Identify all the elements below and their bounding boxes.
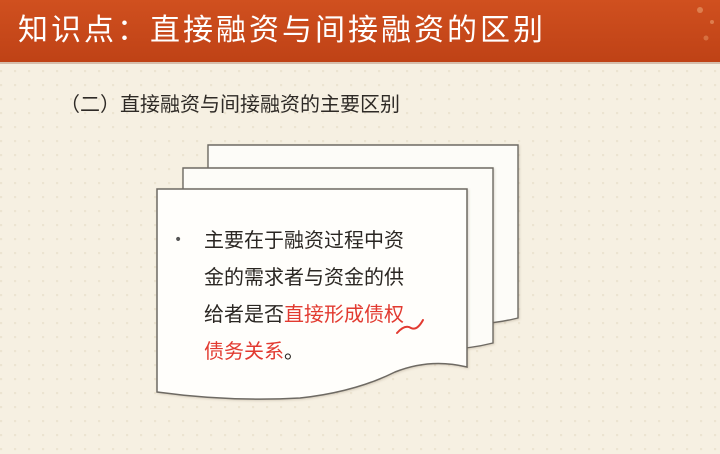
card-content: • 主要在于融资过程中资 金的需求者与资金的供 给者是否直接形成债权 债务关系。 — [174, 222, 480, 370]
pen-annotation-mark — [396, 319, 424, 334]
card-line-4-highlight: 债务关系 — [204, 339, 284, 363]
card-line-3-highlight: 直接形成债权 — [284, 302, 404, 326]
card-line-4-end: 。 — [284, 339, 304, 363]
card-line-2: 金的需求者与资金的供 — [204, 265, 404, 289]
card-line-3: 给者是否直接形成债权 — [180, 296, 480, 333]
bullet-icon: • — [174, 232, 183, 248]
card-line-3-text: 给者是否 — [204, 302, 284, 326]
card-line-4: 债务关系。 — [180, 333, 480, 370]
card-line-1: 主要在于融资过程中资 — [204, 228, 404, 252]
